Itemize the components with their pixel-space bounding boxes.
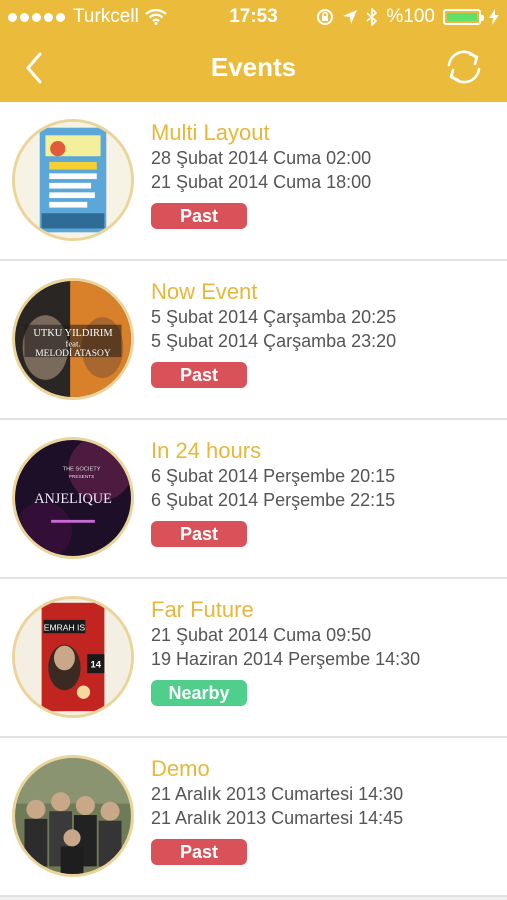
page-title: Events	[210, 52, 297, 82]
refresh-button[interactable]	[443, 46, 485, 88]
event-row-now-event[interactable]: UTKU YILDIRIM feat. MELODİ ATASOY Now Ev…	[0, 261, 507, 420]
event-thumbnail: THE SOCIETY PRESENTS ANJELIQUE	[12, 437, 134, 559]
svg-text:feat.: feat.	[66, 339, 81, 349]
event-end-date: 5 Şubat 2014 Çarşamba 23:20	[151, 331, 397, 351]
event-title: Multi Layout	[151, 120, 270, 145]
event-thumbnail: UTKU YILDIRIM feat. MELODİ ATASOY	[12, 278, 134, 400]
event-start-date: 5 Şubat 2014 Çarşamba 20:25	[151, 307, 397, 327]
event-end-date: 6 Şubat 2014 Perşembe 22:15	[151, 490, 396, 510]
event-end-date: 21 Aralık 2013 Cumartesi 14:45	[151, 808, 404, 828]
event-end-date: 19 Haziran 2014 Perşembe 14:30	[151, 649, 421, 669]
navigation-bar: Events	[0, 34, 507, 102]
event-start-date: 21 Aralık 2013 Cumartesi 14:30	[151, 784, 404, 804]
event-poster-image: THE SOCIETY PRESENTS ANJELIQUE	[15, 440, 131, 556]
event-poster-image: UTKU YILDIRIM feat. MELODİ ATASOY	[15, 281, 131, 397]
location-arrow-icon	[343, 10, 358, 24]
refresh-icon	[447, 50, 481, 84]
event-poster-image: EMRAH IS 14	[15, 599, 131, 715]
status-badge: Past	[151, 839, 247, 865]
status-bar: Turkcell 17:53 %100	[0, 0, 507, 34]
event-info: Demo 21 Aralık 2013 Cumartesi 14:30 21 A…	[151, 756, 499, 865]
svg-text:EMRAH IS: EMRAH IS	[44, 622, 86, 632]
svg-text:14: 14	[91, 659, 102, 670]
battery-icon	[443, 9, 484, 25]
event-poster-image	[15, 758, 131, 874]
event-row-demo[interactable]: Demo 21 Aralık 2013 Cumartesi 14:30 21 A…	[0, 738, 507, 897]
rotation-lock-icon	[317, 9, 334, 25]
status-badge: Past	[151, 521, 247, 547]
status-right: %100	[316, 6, 499, 28]
status-badge: Past	[151, 203, 247, 229]
event-title: Demo	[151, 756, 210, 781]
svg-text:THE SOCIETY: THE SOCIETY	[63, 466, 101, 472]
event-poster-image	[15, 122, 131, 238]
event-start-date: 21 Şubat 2014 Cuma 09:50	[151, 625, 372, 645]
event-thumbnail: EMRAH IS 14	[12, 596, 134, 718]
status-badge: Nearby	[151, 680, 247, 706]
event-title: Now Event	[151, 279, 258, 304]
svg-text:UTKU YILDIRIM: UTKU YILDIRIM	[33, 328, 112, 339]
battery-percentage: %100	[386, 6, 435, 27]
event-row-in-24-hours[interactable]: THE SOCIETY PRESENTS ANJELIQUE In 24 hou…	[0, 420, 507, 579]
event-info: In 24 hours 6 Şubat 2014 Perşembe 20:15 …	[151, 438, 499, 547]
charging-bolt-icon	[489, 9, 499, 25]
event-thumbnail	[12, 755, 134, 877]
event-end-date: 21 Şubat 2014 Cuma 18:00	[151, 172, 372, 192]
event-list: Multi Layout 28 Şubat 2014 Cuma 02:00 21…	[0, 102, 507, 897]
svg-text:ANJELIQUE: ANJELIQUE	[34, 491, 112, 507]
event-title: In 24 hours	[151, 438, 262, 463]
event-row-multi-layout[interactable]: Multi Layout 28 Şubat 2014 Cuma 02:00 21…	[0, 102, 507, 261]
event-title: Far Future	[151, 597, 254, 622]
event-start-date: 6 Şubat 2014 Perşembe 20:15	[151, 466, 396, 486]
event-info: Now Event 5 Şubat 2014 Çarşamba 20:25 5 …	[151, 279, 499, 388]
event-info: Far Future 21 Şubat 2014 Cuma 09:50 19 H…	[151, 597, 499, 706]
event-thumbnail	[12, 119, 134, 241]
bluetooth-icon	[366, 8, 378, 26]
event-start-date: 28 Şubat 2014 Cuma 02:00	[151, 148, 372, 168]
svg-text:PRESENTS: PRESENTS	[69, 474, 95, 480]
status-badge: Past	[151, 362, 247, 388]
event-info: Multi Layout 28 Şubat 2014 Cuma 02:00 21…	[151, 120, 499, 229]
app-header: Turkcell 17:53 %100 Events	[0, 0, 507, 102]
svg-text:MELODİ ATASOY: MELODİ ATASOY	[35, 347, 111, 359]
event-row-far-future[interactable]: EMRAH IS 14 Far Future 21 Şubat 2014 Cum…	[0, 579, 507, 738]
